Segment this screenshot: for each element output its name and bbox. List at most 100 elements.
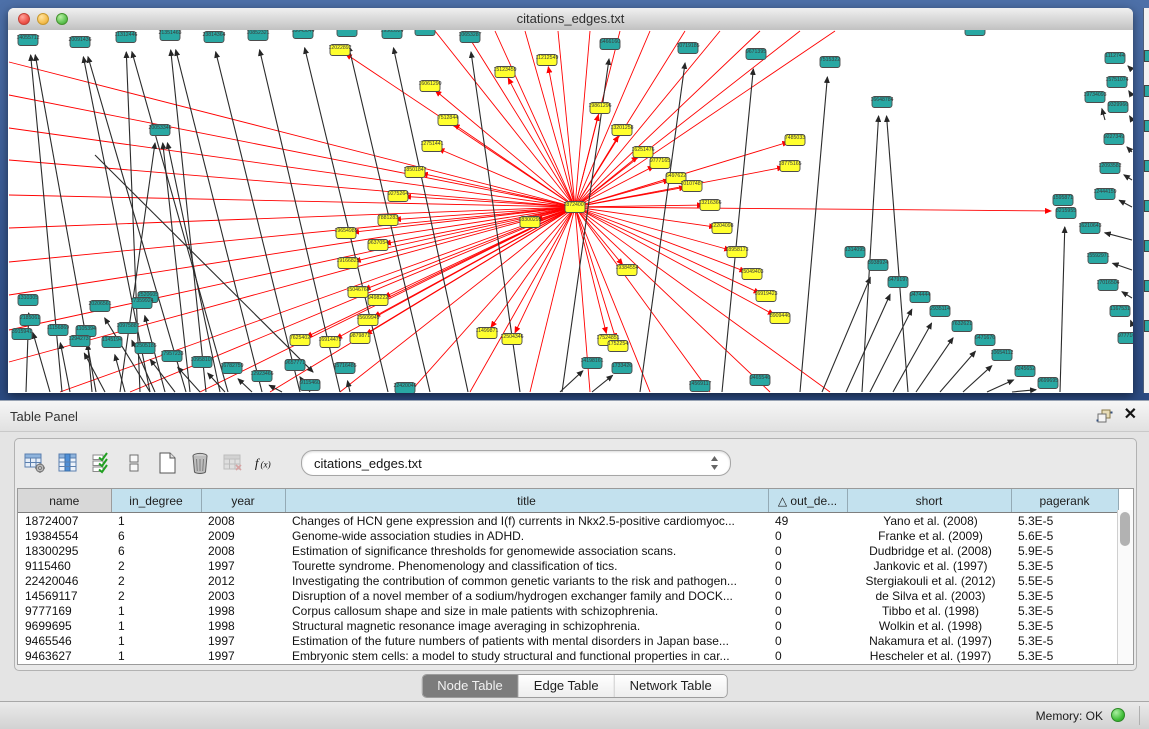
delete-columns-icon[interactable] [188, 450, 212, 476]
network-canvas[interactable]: 1872400712022892112125491512345916061290… [8, 30, 1133, 393]
network-node[interactable]: 9657771 [285, 360, 305, 371]
network-edge[interactable] [270, 207, 575, 392]
network-edge[interactable] [216, 52, 300, 392]
network-node[interactable]: 13201258 [610, 125, 633, 136]
network-node[interactable]: 9699695 [1038, 378, 1058, 389]
network-node[interactable]: 9329966 [1108, 102, 1128, 113]
network-edge[interactable] [1122, 292, 1132, 298]
network-node[interactable]: 2057682 [965, 30, 985, 36]
network-node[interactable]: 19654985 [334, 228, 357, 239]
network-node[interactable]: 8938924 [868, 260, 888, 271]
network-node[interactable]: 12022892 [328, 45, 351, 56]
network-node[interactable]: 15609949 [356, 315, 379, 326]
network-node[interactable]: 7625402 [290, 335, 310, 346]
network-node[interactable]: 1145194 [102, 337, 122, 348]
network-edge[interactable] [575, 207, 774, 315]
table-row[interactable]: 1456911722003Disruption of a novel membe… [18, 588, 1118, 603]
network-node[interactable]: 19565924 [380, 30, 403, 39]
network-node[interactable]: 6479197 [888, 277, 908, 288]
select-rows-icon[interactable] [89, 450, 113, 476]
column-header-pagerank[interactable]: pagerank [1011, 489, 1118, 513]
network-edge[interactable] [893, 323, 932, 392]
network-edge[interactable] [178, 367, 200, 392]
table-row[interactable]: 946362711997Embryonic stem cells: a mode… [18, 648, 1118, 663]
network-node[interactable]: 12444159 [1093, 189, 1116, 200]
network-edge[interactable] [1012, 390, 1036, 392]
network-node[interactable]: 8215955 [1056, 208, 1076, 219]
network-node[interactable]: 12204098 [710, 223, 733, 234]
network-edge[interactable] [33, 333, 50, 392]
network-edge[interactable] [238, 379, 252, 392]
function-builder-icon[interactable]: f (x) [254, 450, 278, 476]
network-node[interactable]: 9498222 [368, 295, 388, 306]
network-edge[interactable] [558, 31, 575, 207]
network-node[interactable]: 1733426 [612, 363, 632, 374]
network-node[interactable]: 9777169 [1118, 333, 1133, 344]
network-node[interactable]: 15046768 [346, 287, 369, 298]
network-node[interactable]: 18643044 [291, 30, 314, 39]
table-row[interactable]: 946554611997Estimation of the future num… [18, 633, 1118, 648]
network-node[interactable]: 7485033 [785, 135, 805, 146]
network-edge[interactable] [1124, 175, 1132, 180]
network-node[interactable]: 15592971 [1086, 253, 1109, 264]
network-node[interactable]: 9275264 [388, 191, 408, 202]
network-node[interactable]: 1310305 [18, 295, 38, 306]
network-edge[interactable] [1060, 227, 1065, 392]
network-edge[interactable] [1105, 233, 1132, 240]
network-node[interactable]: 12751441 [420, 141, 443, 152]
network-node[interactable]: 7632621 [952, 321, 972, 332]
network-node[interactable]: 10653287 [458, 32, 481, 43]
network-node[interactable]: 9671395 [746, 49, 766, 60]
network-node[interactable]: 15716485 [333, 363, 356, 374]
network-node[interactable]: 14198161 [580, 358, 603, 369]
table-row[interactable]: 977716911998Corpus callosum shape and si… [18, 603, 1118, 618]
network-node[interactable]: 9777165 [650, 158, 670, 169]
network-node[interactable]: 10958107 [190, 357, 213, 368]
network-node[interactable]: 15049403 [740, 269, 763, 280]
network-node[interactable]: 9227349 [1104, 134, 1124, 145]
network-node[interactable]: 10852321 [246, 30, 269, 41]
network-edge[interactable] [1128, 66, 1132, 70]
network-node[interactable]: 10975887 [116, 323, 139, 334]
close-window-button[interactable] [18, 13, 30, 25]
network-edge[interactable] [508, 78, 575, 207]
network-node[interactable]: 1314095 [845, 247, 865, 258]
network-node[interactable]: 19734093 [1083, 92, 1106, 103]
network-node[interactable]: 12505185 [133, 343, 156, 354]
network-edge[interactable] [438, 149, 575, 207]
network-node[interactable]: 14055712 [16, 35, 39, 46]
network-edge[interactable] [126, 52, 140, 392]
network-node[interactable]: 10654112 [991, 350, 1014, 361]
network-node[interactable]: 9245652 [1015, 366, 1035, 377]
network-node[interactable]: 9474444 [910, 292, 930, 303]
network-node[interactable]: 11312446 [115, 32, 138, 43]
network-node[interactable]: 7512844 [438, 115, 458, 126]
column-header-short[interactable]: short [847, 489, 1011, 513]
float-panel-icon[interactable] [1096, 408, 1113, 424]
network-node[interactable]: 20091436 [68, 37, 91, 48]
network-edge[interactable] [846, 294, 890, 392]
network-node[interactable]: 17016504 [1096, 280, 1119, 291]
network-node[interactable]: 20206561 [88, 301, 111, 312]
network-edge[interactable] [305, 48, 388, 392]
network-node[interactable]: 21351463 [158, 30, 181, 41]
column-header-in_degree[interactable]: in_degree [111, 489, 201, 513]
network-node[interactable]: 18300295 [518, 217, 541, 228]
toggle-columns-icon[interactable] [56, 450, 80, 476]
network-node[interactable]: 2935114 [930, 306, 950, 317]
close-panel-icon[interactable]: ✕ [1124, 406, 1137, 424]
network-node[interactable]: 9879871 [350, 333, 370, 344]
network-edge[interactable] [9, 207, 575, 228]
column-header-name[interactable]: name [18, 489, 111, 513]
network-edge[interactable] [887, 116, 908, 392]
network-node[interactable]: 3915941 [12, 329, 32, 340]
network-canvas-area[interactable]: 1872400712022892112125491512345916061290… [8, 30, 1133, 393]
network-edge[interactable] [575, 31, 835, 207]
network-edge[interactable] [987, 380, 1014, 392]
network-node[interactable]: 17957233 [160, 351, 183, 362]
network-node[interactable]: 17359924 [130, 298, 153, 309]
network-node[interactable]: 8909446 [770, 313, 790, 324]
network-node[interactable]: 16914479 [318, 337, 341, 348]
network-node[interactable]: 12093582 [1098, 163, 1121, 174]
network-edge[interactable] [1113, 263, 1132, 270]
